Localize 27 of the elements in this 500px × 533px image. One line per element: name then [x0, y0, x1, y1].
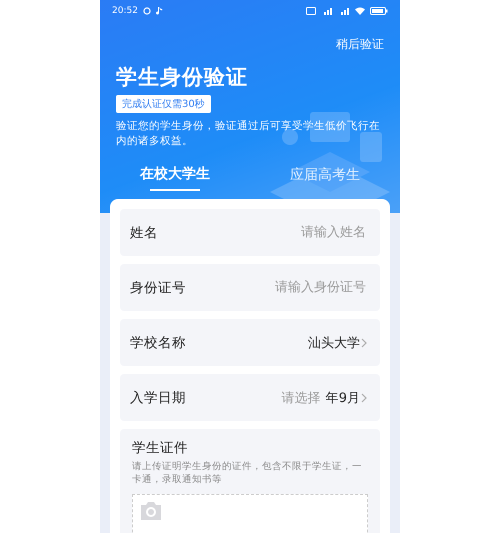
picker-field[interactable]: 请选择 年9月 [282, 388, 368, 406]
field-label: 姓名 [130, 224, 158, 242]
signal-icon [321, 7, 333, 15]
description-text: 验证您的学生身份，验证通过后可享受学生低价飞行在内的诸多权益。 [116, 119, 381, 149]
section-title: 学生证件 [132, 439, 189, 457]
tab[interactable]: 应届高考生 [250, 159, 400, 195]
status-time: 20:52 [112, 6, 138, 16]
input-field[interactable]: 请输入姓名 [234, 224, 368, 241]
page-title: 学生身份验证 [116, 64, 249, 91]
field-label: 身份证号 [130, 278, 186, 296]
field-label: 入学日期 [130, 388, 186, 406]
skip-link[interactable]: 稍后验证 [336, 36, 384, 53]
battery-icon [370, 7, 388, 15]
duration-badge: 完成认证仅需30秒 [116, 95, 211, 113]
picker-field[interactable]: 汕头大学 [308, 334, 368, 352]
wifi-icon [355, 7, 365, 15]
chevron-right-icon [361, 338, 368, 348]
music-note-icon [156, 7, 163, 15]
chevron-right-icon [361, 392, 368, 402]
hint-text: 请上传证明学生身份的证件，包含不限于学生证，一卡通，录取通知书等 [132, 460, 363, 486]
signal-icon [338, 7, 350, 15]
hd-icon [306, 7, 316, 15]
field-label: 学校名称 [130, 334, 186, 352]
camera-icon [139, 501, 163, 521]
notification-icon [142, 7, 151, 15]
tab[interactable]: 在校大学生 [100, 159, 250, 195]
input-field[interactable]: 请输入身份证号 [234, 279, 368, 296]
